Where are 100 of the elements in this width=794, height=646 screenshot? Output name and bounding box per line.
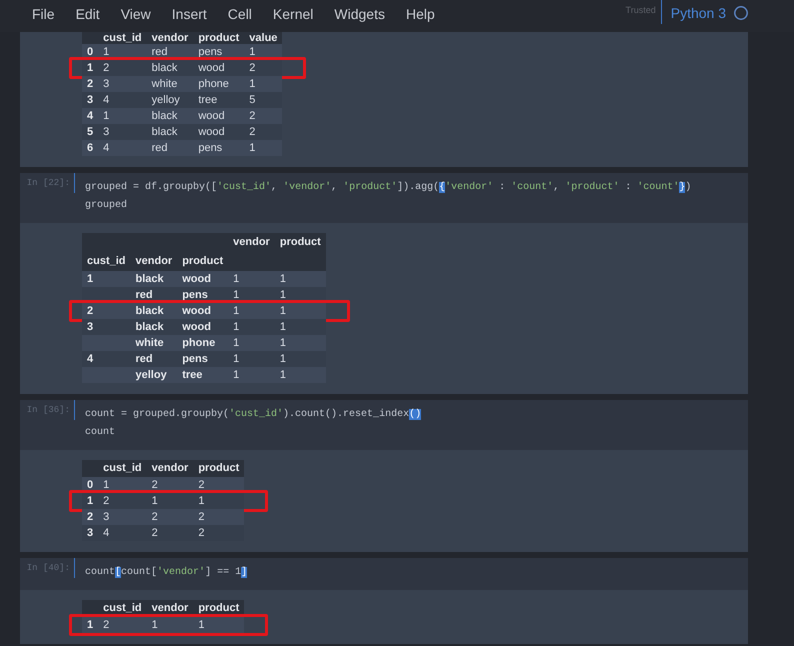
table-cell-text: pens <box>197 141 224 156</box>
table-cell-text: wood <box>197 125 226 140</box>
table-cell-text: 1 <box>197 618 206 633</box>
row-index: wood <box>181 320 212 335</box>
table-cell-text: yelloy <box>150 93 181 108</box>
code-line: count[count['vendor'] == 1] <box>85 566 248 580</box>
row-index: 1 <box>86 494 94 509</box>
column-header: cust_id <box>102 461 143 476</box>
row-index: wood <box>181 272 212 287</box>
table-cell-text: black <box>150 109 178 124</box>
row-index: 1 <box>86 272 94 287</box>
row-index: 2 <box>86 510 94 525</box>
column-header: vendor <box>150 32 190 44</box>
menu-item[interactable]: Widgets <box>334 4 385 24</box>
table-cell-text: 1 <box>150 618 159 633</box>
table-cell-text: pens <box>197 45 224 60</box>
table-cell-text: phone <box>197 77 230 92</box>
row-index: 3 <box>86 526 94 541</box>
table-cell-text: black <box>150 125 178 140</box>
table-cell-text: 2 <box>197 526 206 541</box>
table-cell-text: 1 <box>232 352 240 367</box>
row-index: 6 <box>86 141 94 156</box>
table-cell-text: 1 <box>102 109 110 124</box>
table-cell-text: 1 <box>150 494 159 509</box>
menu-item[interactable]: Cell <box>228 4 252 24</box>
row-index: red <box>134 288 154 303</box>
table-cell-text: tree <box>197 93 218 108</box>
table-cell-text: 1 <box>278 288 287 303</box>
table-cell-text: 3 <box>102 125 110 140</box>
table-cell-text: 4 <box>102 93 110 108</box>
table-cell-text: 1 <box>232 304 240 319</box>
row-index: 2 <box>86 77 94 92</box>
row-index: 3 <box>86 320 94 335</box>
table-cell-text: 1 <box>248 77 256 92</box>
column-header: product <box>181 254 224 269</box>
table-cell-text: 2 <box>248 61 256 76</box>
table-cell-text: 2 <box>102 494 110 509</box>
column-header: product <box>197 32 240 44</box>
table-cell-text: 2 <box>197 478 206 493</box>
table-cell-text: 1 <box>278 320 287 335</box>
code-line: grouped <box>85 198 128 213</box>
table-cell-text: 2 <box>150 526 159 541</box>
row-index: tree <box>181 368 204 383</box>
menu-item[interactable]: Edit <box>76 4 100 24</box>
row-index: pens <box>181 288 209 303</box>
table-cell-text: wood <box>197 109 226 124</box>
column-header: vendor <box>232 235 271 250</box>
table-cell-text: 1 <box>102 478 110 493</box>
table-cell-text: 1 <box>232 288 240 303</box>
column-header: cust_id <box>86 254 127 269</box>
table-cell-text: 2 <box>102 61 110 76</box>
column-header: product <box>197 601 240 616</box>
row-index: 2 <box>86 304 94 319</box>
menu-item[interactable]: Insert <box>172 4 207 24</box>
table-cell-text: 2 <box>150 510 159 525</box>
table-cell-text: 1 <box>278 352 287 367</box>
menu-item[interactable]: Kernel <box>272 4 314 24</box>
kernel-name[interactable]: Python 3 <box>660 0 726 24</box>
row-index: 0 <box>86 478 94 493</box>
menu-item[interactable]: View <box>120 4 151 24</box>
row-index: red <box>134 352 154 367</box>
row-index: 3 <box>86 93 94 108</box>
table-cell-text: 3 <box>102 77 110 92</box>
row-index: pens <box>181 352 209 367</box>
column-header: product <box>278 235 322 250</box>
menu-item[interactable]: File <box>32 4 55 24</box>
column-header: vendor <box>150 461 190 476</box>
table-cell-text: 1 <box>248 45 256 60</box>
table-cell-text: 2 <box>197 510 206 525</box>
table-cell-text: 2 <box>102 618 110 633</box>
table-cell-text: 1 <box>278 304 287 319</box>
column-header: value <box>248 32 278 44</box>
table-cell-text: 1 <box>197 494 206 509</box>
table-cell-text: red <box>150 45 169 60</box>
table-cell-text: 1 <box>248 141 256 156</box>
table-cell-text: 4 <box>102 141 110 156</box>
row-index: black <box>134 320 165 335</box>
table-cell-text: red <box>150 141 169 156</box>
column-header: vendor <box>150 601 190 616</box>
row-index: black <box>134 272 165 287</box>
row-index: 0 <box>86 45 94 60</box>
table-cell-text: 1 <box>278 272 287 287</box>
row-index: 4 <box>86 109 94 124</box>
code-line: count <box>85 426 116 440</box>
column-header: vendor <box>134 254 174 269</box>
row-index: wood <box>181 304 212 319</box>
table-cell-text: white <box>150 77 178 92</box>
code-line: count = grouped.groupby('cust_id').count().reset_index() <box>85 408 422 422</box>
column-header: product <box>197 461 240 476</box>
row-index: 1 <box>86 618 94 633</box>
table-cell-text: 1 <box>232 368 240 383</box>
table-cell-text: 1 <box>102 45 110 60</box>
row-index: black <box>134 304 165 319</box>
menu-item[interactable]: Help <box>406 4 435 24</box>
row-index: 5 <box>86 125 94 140</box>
table-cell-text: 3 <box>102 510 110 525</box>
table-cell-text: 2 <box>248 109 256 124</box>
table-cell-text: 2 <box>248 125 256 140</box>
table-cell-text: 2 <box>150 478 159 493</box>
ring-icon[interactable] <box>734 6 748 20</box>
